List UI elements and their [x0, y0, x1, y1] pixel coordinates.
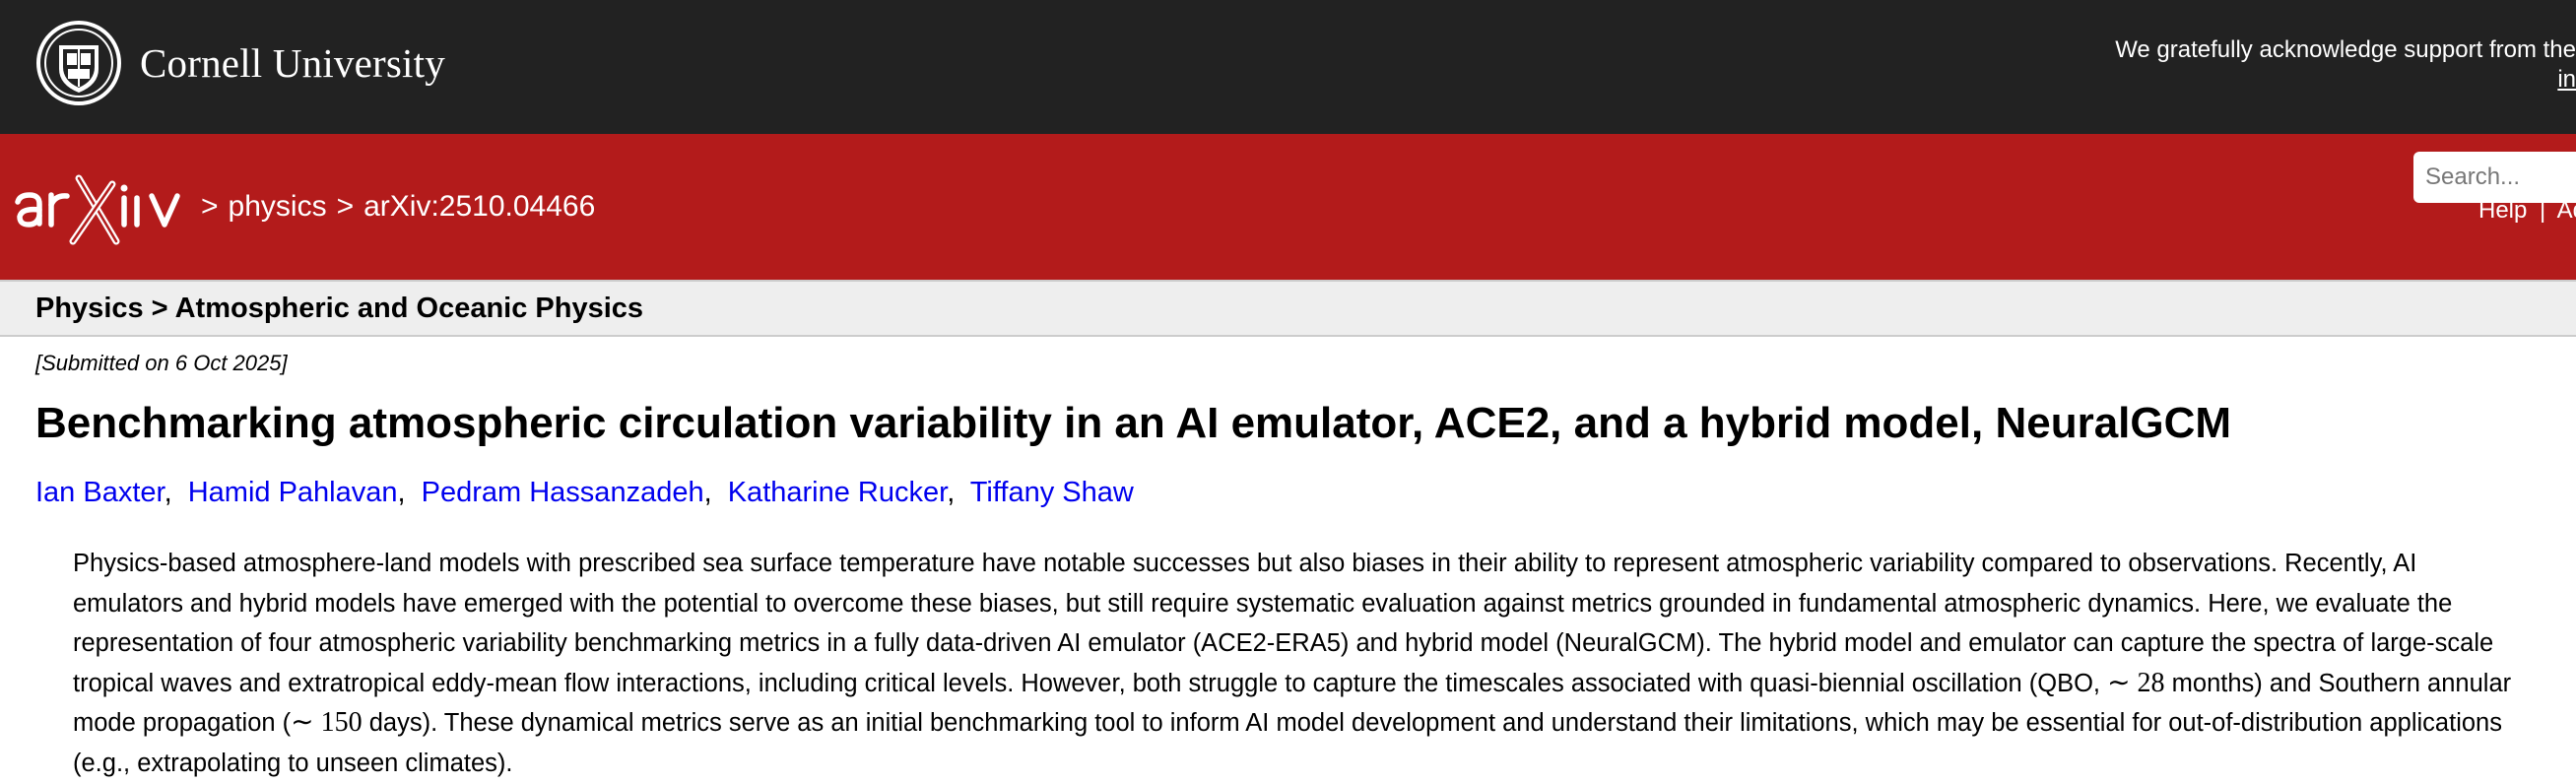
- author-link[interactable]: Hamid Pahlavan: [188, 477, 398, 508]
- abstract-math: ∼ 28: [2107, 667, 2165, 698]
- abstract-text: days). These dynamical metrics serve as …: [73, 709, 2502, 777]
- author-separator: ,: [703, 477, 712, 508]
- breadcrumb-path: > physics > arXiv:2510.04466: [201, 190, 605, 224]
- author-link[interactable]: Tiffany Shaw: [970, 477, 1134, 508]
- support-member-link[interactable]: in: [2115, 65, 2576, 95]
- cornell-seal-icon: [36, 21, 121, 105]
- top-bar: Cornell University We gratefully acknowl…: [0, 0, 2576, 134]
- abstract: Physics-based atmosphere-land models wit…: [73, 544, 2526, 783]
- support-text: We gratefully acknowledge support from t…: [2115, 36, 2576, 63]
- breadcrumb-paper-id: arXiv:2510.04466: [363, 190, 596, 223]
- abstract-math: ∼ 150: [291, 707, 363, 738]
- author-link[interactable]: Pedram Hassanzadeh: [422, 477, 704, 508]
- main-content: [Submitted on 6 Oct 2025] Benchmarking a…: [0, 351, 2576, 783]
- subject-heading: Physics > Atmospheric and Oceanic Physic…: [0, 280, 2576, 337]
- author-separator: ,: [947, 477, 956, 508]
- institution-name: Cornell University: [140, 40, 445, 86]
- author-separator: ,: [397, 477, 406, 508]
- breadcrumb-separator: >: [336, 190, 355, 223]
- paper-title: Benchmarking atmospheric circulation var…: [35, 399, 2232, 447]
- arxiv-logo-icon[interactable]: [14, 172, 189, 247]
- breadcrumb: > physics > arXiv:2510.04466: [0, 134, 605, 280]
- support-message: We gratefully acknowledge support from t…: [2115, 35, 2576, 95]
- author-link[interactable]: Katharine Rucker: [728, 477, 947, 508]
- search-input[interactable]: [2413, 152, 2576, 203]
- author-link[interactable]: Ian Baxter: [35, 477, 165, 508]
- advanced-search-link[interactable]: Adv: [2557, 197, 2576, 224]
- breadcrumb-category-link[interactable]: physics: [229, 190, 327, 223]
- author-list: Ian Baxter, Hamid Pahlavan, Pedram Hassa…: [35, 475, 2541, 510]
- help-separator: |: [2540, 197, 2546, 224]
- help-link[interactable]: Help: [2478, 197, 2527, 224]
- help-links: Help | Adv: [2478, 197, 2576, 225]
- submission-date: [Submitted on 6 Oct 2025]: [35, 351, 288, 375]
- breadcrumb-separator: >: [201, 190, 219, 223]
- author-separator: ,: [164, 477, 172, 508]
- header-bar: >physics>arXiv:2510.04466 Help | Adv: [0, 134, 2576, 280]
- cornell-logo[interactable]: Cornell University: [35, 20, 445, 106]
